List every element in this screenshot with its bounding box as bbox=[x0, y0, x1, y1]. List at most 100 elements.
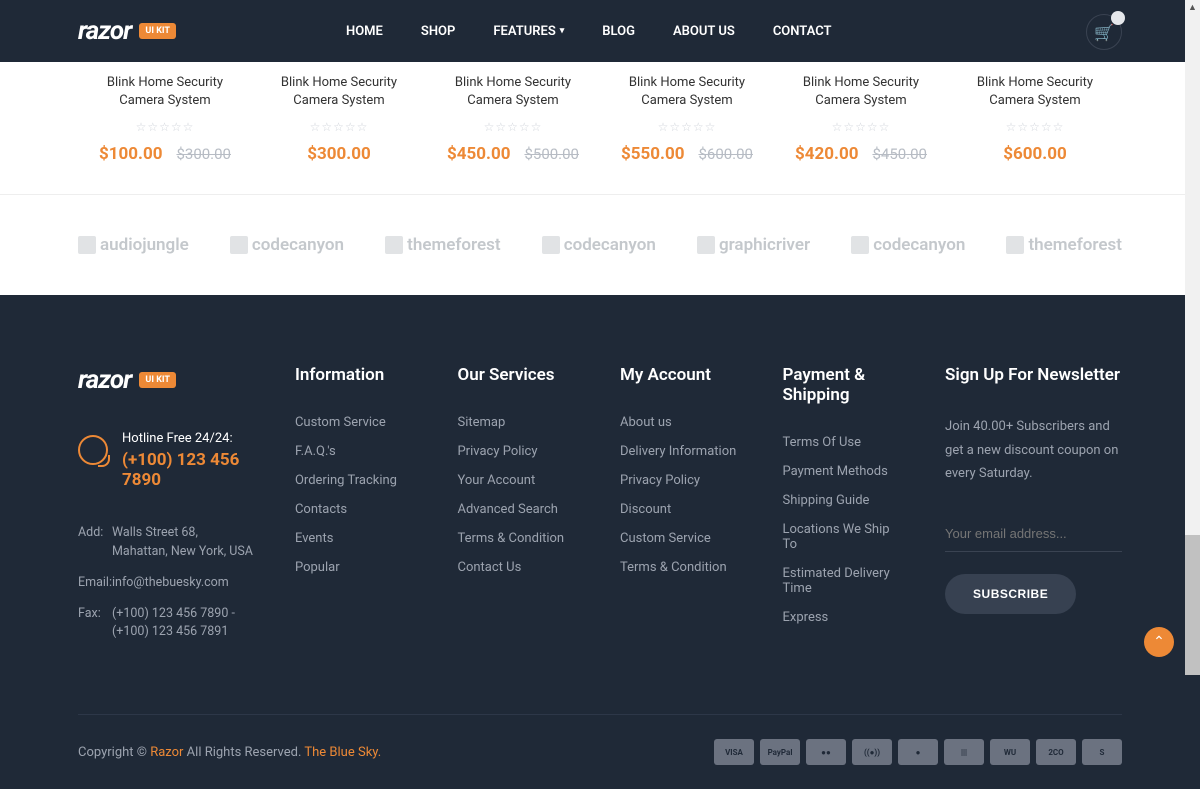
product-price: $600.00 bbox=[1003, 144, 1066, 164]
contact-email: Email:info@thebuesky.com bbox=[78, 574, 255, 593]
product-old-price: $450.00 bbox=[872, 145, 927, 163]
footer-contact-col: razor UI KIT Hotline Free 24/24: (+100) … bbox=[78, 365, 255, 654]
cart-button[interactable]: 🛒 bbox=[1086, 14, 1122, 50]
brand-logo[interactable]: codecanyon bbox=[851, 235, 965, 255]
footer-col-title: My Account bbox=[620, 365, 743, 385]
nav-features[interactable]: FEATURES▾ bbox=[493, 24, 564, 39]
product-card[interactable]: Blink Home Security Camera System ☆☆☆☆☆ … bbox=[426, 74, 600, 164]
rating-stars: ☆☆☆☆☆ bbox=[956, 120, 1114, 134]
hotline-label: Hotline Free 24/24: bbox=[122, 431, 255, 446]
brand-icon bbox=[542, 236, 560, 254]
payment-icon: WU bbox=[990, 739, 1030, 765]
company-link[interactable]: The Blue Sky. bbox=[304, 745, 381, 760]
footer-link[interactable]: Discount bbox=[620, 502, 743, 517]
product-old-price: $300.00 bbox=[176, 145, 231, 163]
brand-logo[interactable]: graphicriver bbox=[697, 235, 810, 255]
product-title: Blink Home Security Camera System bbox=[608, 74, 766, 110]
logo[interactable]: razor UI KIT bbox=[78, 16, 176, 46]
product-card[interactable]: Blink Home Security Camera System ☆☆☆☆☆ … bbox=[948, 74, 1122, 164]
footer: razor UI KIT Hotline Free 24/24: (+100) … bbox=[0, 295, 1200, 789]
rating-stars: ☆☆☆☆☆ bbox=[608, 120, 766, 134]
footer-link[interactable]: Delivery Information bbox=[620, 444, 743, 459]
footer-link[interactable]: Privacy Policy bbox=[457, 444, 580, 459]
subscribe-button[interactable]: SUBSCRIBE bbox=[945, 574, 1076, 614]
footer-link[interactable]: Popular bbox=[295, 560, 418, 575]
nav-shop[interactable]: SHOP bbox=[421, 24, 455, 39]
cart-icon: 🛒 bbox=[1094, 23, 1114, 42]
nav-home[interactable]: HOME bbox=[346, 24, 383, 39]
footer-link[interactable]: Your Account bbox=[457, 473, 580, 488]
product-old-price: $600.00 bbox=[698, 145, 753, 163]
scroll-to-top-button[interactable]: ⌃ bbox=[1144, 627, 1174, 657]
footer-link[interactable]: Terms & Condition bbox=[457, 531, 580, 546]
footer-link[interactable]: Sitemap bbox=[457, 415, 580, 430]
newsletter-email-input[interactable] bbox=[945, 516, 1122, 552]
header: razor UI KIT HOME SHOP FEATURES▾ BLOG AB… bbox=[0, 0, 1200, 62]
logo-badge: UI KIT bbox=[139, 23, 176, 39]
brand-logo[interactable]: themeforest bbox=[1006, 235, 1121, 255]
product-card[interactable]: Blink Home Security Camera System ☆☆☆☆☆ … bbox=[600, 74, 774, 164]
product-price: $450.00 bbox=[447, 144, 510, 164]
footer-link[interactable]: Custom Service bbox=[295, 415, 418, 430]
hotline: Hotline Free 24/24: (+100) 123 456 7890 bbox=[78, 431, 255, 490]
payment-icon: 2CO bbox=[1036, 739, 1076, 765]
hotline-number[interactable]: (+100) 123 456 7890 bbox=[122, 450, 255, 490]
footer-link[interactable]: Locations We Ship To bbox=[783, 522, 906, 552]
footer-col: Our Services Sitemap Privacy Policy Your Ac… bbox=[457, 365, 580, 654]
footer-logo[interactable]: razor UI KIT bbox=[78, 365, 255, 395]
payment-icon: ||| bbox=[944, 739, 984, 765]
footer-link[interactable]: Custom Service bbox=[620, 531, 743, 546]
scrollbar-thumb[interactable] bbox=[1185, 535, 1200, 675]
chevron-up-icon: ⌃ bbox=[1153, 634, 1165, 650]
brand-icon bbox=[230, 236, 248, 254]
payment-icon: PayPal bbox=[760, 739, 800, 765]
footer-col: Payment & Shipping Terms Of Use Payment Me… bbox=[783, 365, 906, 654]
brand-logo[interactable]: audiojungle bbox=[78, 235, 189, 255]
footer-link[interactable]: Express bbox=[783, 610, 906, 625]
rating-stars: ☆☆☆☆☆ bbox=[434, 120, 592, 134]
product-price: $100.00 bbox=[99, 144, 162, 164]
product-title: Blink Home Security Camera System bbox=[86, 74, 244, 110]
product-card[interactable]: Blink Home Security Camera System ☆☆☆☆☆ … bbox=[252, 74, 426, 164]
footer-link[interactable]: Shipping Guide bbox=[783, 493, 906, 508]
brand-logo[interactable]: codecanyon bbox=[230, 235, 344, 255]
footer-col-title: Payment & Shipping bbox=[783, 365, 906, 405]
footer-link[interactable]: Terms & Condition bbox=[620, 560, 743, 575]
product-card[interactable]: Blink Home Security Camera System ☆☆☆☆☆ … bbox=[774, 74, 948, 164]
product-card[interactable]: Blink Home Security Camera System ☆☆☆☆☆ … bbox=[78, 74, 252, 164]
footer-link[interactable]: Ordering Tracking bbox=[295, 473, 418, 488]
newsletter-col: Sign Up For Newsletter Join 40.00+ Subsc… bbox=[945, 365, 1122, 654]
footer-link[interactable]: Payment Methods bbox=[783, 464, 906, 479]
footer-link[interactable]: About us bbox=[620, 415, 743, 430]
nav-contact[interactable]: CONTACT bbox=[773, 24, 832, 39]
footer-col-title: Our Services bbox=[457, 365, 580, 385]
product-price: $420.00 bbox=[795, 144, 858, 164]
footer-bottom: Copyright © Razor All Rights Reserved. T… bbox=[78, 714, 1122, 789]
footer-link[interactable]: Advanced Search bbox=[457, 502, 580, 517]
nav-blog[interactable]: BLOG bbox=[602, 24, 635, 39]
footer-link[interactable]: Privacy Policy bbox=[620, 473, 743, 488]
scrollbar[interactable]: ▲ bbox=[1185, 0, 1200, 675]
brand-icon bbox=[385, 236, 403, 254]
footer-link[interactable]: Contacts bbox=[295, 502, 418, 517]
product-grid: Blink Home Security Camera System ☆☆☆☆☆ … bbox=[0, 62, 1200, 194]
logo-text: razor bbox=[78, 16, 131, 46]
nav-about[interactable]: ABOUT US bbox=[673, 24, 735, 39]
footer-link[interactable]: Terms Of Use bbox=[783, 435, 906, 450]
rating-stars: ☆☆☆☆☆ bbox=[260, 120, 418, 134]
brand-logo[interactable]: codecanyon bbox=[542, 235, 656, 255]
product-title: Blink Home Security Camera System bbox=[434, 74, 592, 110]
brand-icon bbox=[851, 236, 869, 254]
scrollbar-up-arrow[interactable]: ▲ bbox=[1185, 0, 1200, 15]
product-title: Blink Home Security Camera System bbox=[782, 74, 940, 110]
brand-logo[interactable]: themeforest bbox=[385, 235, 500, 255]
main-nav: HOME SHOP FEATURES▾ BLOG ABOUT US CONTAC… bbox=[346, 24, 832, 39]
payment-icon: ● bbox=[898, 739, 938, 765]
footer-link[interactable]: Estimated Delivery Time bbox=[783, 566, 906, 596]
headset-icon bbox=[78, 435, 108, 465]
product-title: Blink Home Security Camera System bbox=[956, 74, 1114, 110]
footer-link[interactable]: F.A.Q.'s bbox=[295, 444, 418, 459]
footer-col: My Account About us Delivery Information Pr… bbox=[620, 365, 743, 654]
footer-link[interactable]: Events bbox=[295, 531, 418, 546]
footer-link[interactable]: Contact Us bbox=[457, 560, 580, 575]
